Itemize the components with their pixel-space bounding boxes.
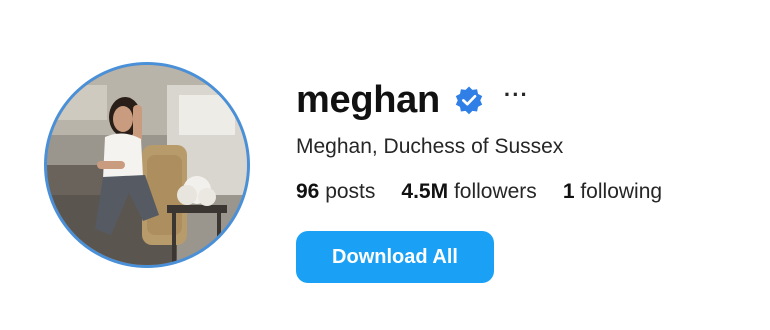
verified-badge-icon (454, 85, 484, 115)
posts-stat[interactable]: 96 posts (296, 179, 375, 205)
username-row: meghan ··· (296, 78, 760, 122)
profile-avatar[interactable] (44, 62, 250, 268)
posts-count: 96 (296, 180, 320, 203)
profile-photo (47, 65, 247, 265)
username: meghan (296, 79, 440, 121)
profile-info: meghan ··· Meghan, Duchess of Sussex 96 … (296, 78, 760, 283)
followers-stat[interactable]: 4.5M followers (401, 179, 536, 205)
following-count: 1 (562, 180, 575, 203)
profile-stats: 96 posts 4.5M followers 1 following (296, 179, 760, 205)
download-all-button[interactable]: Download All (296, 231, 494, 283)
posts-label: posts (325, 180, 376, 203)
full-name: Meghan, Duchess of Sussex (296, 135, 564, 158)
followers-label: followers (453, 180, 537, 203)
following-label: following (580, 180, 663, 203)
following-stat[interactable]: 1 following (563, 179, 662, 205)
followers-count: 4.5M (401, 180, 449, 203)
more-options-icon[interactable]: ··· (504, 84, 529, 115)
